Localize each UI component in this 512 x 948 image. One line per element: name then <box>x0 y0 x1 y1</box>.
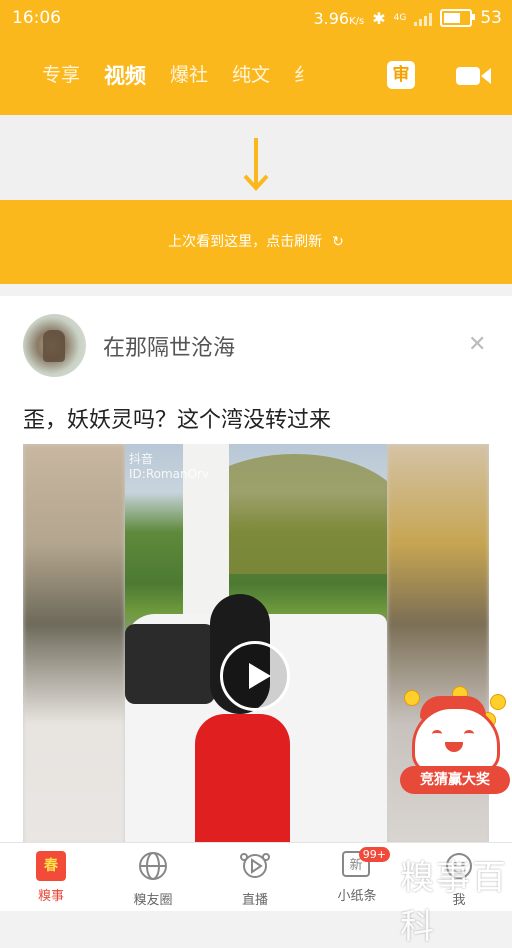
username[interactable]: 在那隔世沧海 <box>103 330 235 362</box>
close-icon[interactable]: ✕ <box>468 332 486 357</box>
nav-label: 小纸条 <box>337 889 377 904</box>
spring-festival-icon: 春 <box>36 851 66 881</box>
nav-label: 糗友圈 <box>133 893 173 908</box>
nav-item-messages[interactable]: 新 99+ 小纸条 <box>306 843 408 911</box>
category-tabs: 专享 视频 爆社 纯文 纟 <box>30 60 360 90</box>
nav-label: 直播 <box>241 893 268 908</box>
tab-text[interactable]: 纯文 <box>220 60 282 90</box>
live-icon <box>240 853 270 878</box>
nav-item-friends[interactable]: 糗友圈 <box>102 843 204 911</box>
refresh-icon: ↻ <box>332 234 344 250</box>
globe-icon <box>139 852 167 880</box>
post-title[interactable]: 歪，妖妖灵吗？这个湾没转过来 <box>23 402 331 434</box>
nav-label: 糗事 <box>37 889 64 904</box>
message-badge: 99+ <box>358 847 390 862</box>
nav-item-qiushi[interactable]: 春 糗事 <box>0 843 102 911</box>
blurred-background-left <box>23 444 125 844</box>
review-button[interactable]: 审 <box>387 61 415 89</box>
play-icon[interactable] <box>220 641 290 711</box>
refresh-bar[interactable]: 上次看到这里，点击刷新 ↻ <box>0 200 512 284</box>
signal-icon <box>414 10 433 26</box>
tab-exclusive[interactable]: 专享 <box>30 60 92 90</box>
tab-fade <box>340 56 370 94</box>
network-speed: 3.96K/s <box>313 8 365 28</box>
tab-hot[interactable]: 爆社 <box>158 60 220 90</box>
top-nav: 专享 视频 爆社 纯文 纟 审 <box>0 38 512 115</box>
battery-icon <box>440 9 476 27</box>
avatar[interactable] <box>23 314 86 377</box>
refresh-text: 上次看到这里，点击刷新 <box>168 234 323 250</box>
site-watermark: 糗事百科 <box>400 858 508 947</box>
promo-widget[interactable]: 竞猜赢大奖 <box>400 686 510 796</box>
video-camera-icon[interactable] <box>456 65 492 87</box>
status-time: 16:06 <box>12 8 61 28</box>
video-watermark: 抖音 ID:RomanOrv <box>129 452 210 481</box>
status-indicators: 3.96K/s ✱ 4G 53 <box>313 8 502 28</box>
battery-level: 53 <box>480 8 502 28</box>
message-icon: 新 99+ <box>342 847 390 881</box>
network-type: 4G <box>393 13 407 23</box>
tab-more[interactable]: 纟 <box>282 60 325 90</box>
arrow-down-icon <box>243 138 269 191</box>
bluetooth-icon: ✱ <box>372 8 386 28</box>
tab-video[interactable]: 视频 <box>92 60 158 90</box>
status-bar: 16:06 3.96K/s ✱ 4G 53 <box>0 0 512 38</box>
promo-label[interactable]: 竞猜赢大奖 <box>400 766 510 794</box>
nav-item-live[interactable]: 直播 <box>204 843 306 911</box>
promo-mascot-icon <box>412 706 500 774</box>
